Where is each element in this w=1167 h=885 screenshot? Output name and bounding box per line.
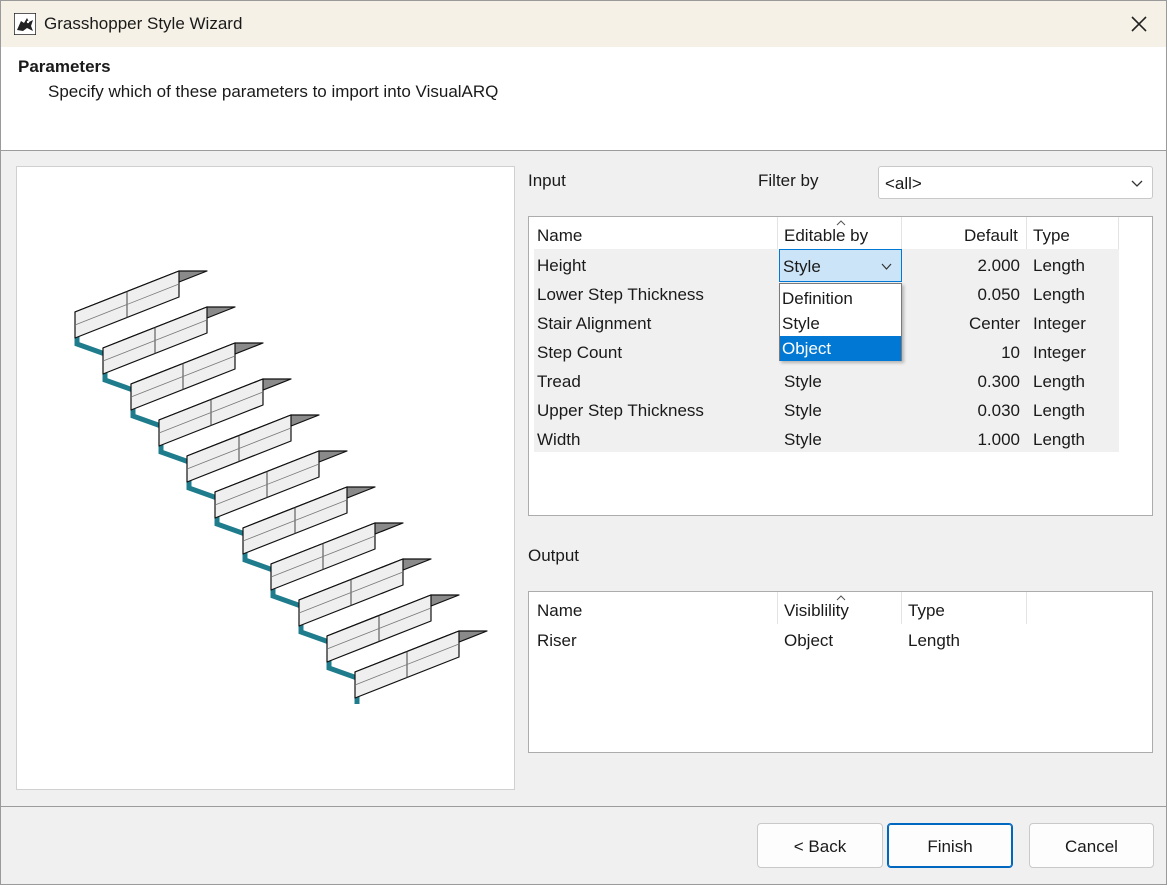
column-header-visibility[interactable]: Visiblility — [784, 601, 849, 621]
output-grid[interactable]: Name Visiblility Type Riser Object Lengt… — [528, 591, 1153, 753]
editable-by-dropdown-list: Definition Style Object — [779, 283, 902, 361]
finish-button[interactable]: Finish — [887, 823, 1013, 868]
window-title: Grasshopper Style Wizard — [44, 14, 243, 33]
row-default: 0.050 — [977, 285, 1020, 304]
editable-by-dropdown[interactable]: Style — [779, 249, 902, 282]
row-editable-by[interactable]: Style — [784, 372, 822, 392]
row-type: Integer — [1033, 314, 1086, 333]
chevron-down-icon — [881, 263, 892, 270]
wizard-window: Grasshopper Style Wizard Parameters Spec… — [0, 0, 1167, 885]
rhino-icon — [14, 13, 36, 35]
column-header-default[interactable]: Default — [964, 226, 1018, 246]
row-default: 1.000 — [977, 430, 1020, 449]
row-type: Length — [1033, 256, 1085, 275]
column-separator — [777, 592, 778, 624]
row-type: Length — [1033, 372, 1085, 391]
column-separator — [1118, 217, 1119, 249]
back-button[interactable]: < Back — [757, 823, 883, 868]
row-name: Width — [537, 430, 581, 449]
column-header-editable-by[interactable]: Editable by — [784, 226, 868, 246]
cancel-button[interactable]: Cancel — [1029, 823, 1154, 868]
row-name: Riser — [537, 631, 577, 650]
page-title: Parameters — [18, 57, 111, 76]
row-visibility[interactable]: Object — [784, 631, 833, 651]
page-header: Parameters Specify which of these parame… — [1, 47, 1166, 151]
row-default: 10 — [1001, 343, 1020, 362]
row-editable-by[interactable]: Style — [784, 430, 822, 450]
row-name: Stair Alignment — [537, 314, 652, 333]
dropdown-option-style[interactable]: Style — [780, 311, 901, 336]
stair-preview — [16, 166, 515, 790]
row-default: Center — [968, 314, 1020, 333]
column-header-name[interactable]: Name — [537, 601, 582, 621]
row-editable-by[interactable]: Style — [784, 401, 822, 421]
row-name: Upper Step Thickness — [537, 401, 704, 420]
editable-by-dropdown-value: Style — [783, 257, 821, 276]
row-type: Length — [1033, 285, 1085, 304]
page-subtitle: Specify which of these parameters to imp… — [48, 82, 499, 101]
column-header-type[interactable]: Type — [908, 601, 945, 621]
row-default: 0.030 — [977, 401, 1020, 420]
column-separator — [1026, 217, 1027, 249]
column-separator — [777, 217, 778, 249]
row-default: 0.300 — [977, 372, 1020, 391]
input-label: Input — [528, 171, 566, 190]
column-header-type[interactable]: Type — [1033, 226, 1070, 246]
row-type: Integer — [1033, 343, 1086, 362]
filter-by-combo[interactable]: <all> — [878, 166, 1153, 199]
column-separator — [1026, 592, 1027, 624]
filter-by-label: Filter by — [758, 171, 819, 190]
filter-by-value: <all> — [885, 174, 922, 193]
column-header-name[interactable]: Name — [537, 226, 582, 246]
row-name: Height — [537, 256, 587, 275]
row-type: Length — [1033, 430, 1085, 449]
row-type: Length — [1033, 401, 1085, 420]
close-icon[interactable] — [1126, 11, 1152, 37]
footer-divider — [1, 806, 1166, 807]
row-name: Tread — [537, 372, 581, 391]
dropdown-option-definition[interactable]: Definition — [780, 286, 901, 311]
column-separator — [901, 592, 902, 624]
stair-preview-image — [74, 270, 488, 704]
row-type: Length — [908, 631, 960, 650]
row-name: Lower Step Thickness — [537, 285, 704, 304]
chevron-down-icon — [1131, 180, 1143, 187]
input-grid[interactable]: Name Editable by Default Type Height 2.0… — [528, 216, 1153, 516]
column-separator — [901, 217, 902, 249]
sort-caret-icon — [836, 595, 846, 601]
sort-caret-icon — [836, 220, 846, 226]
row-default: 2.000 — [977, 256, 1020, 275]
output-label: Output — [528, 546, 580, 565]
row-name: Step Count — [537, 343, 623, 362]
dropdown-option-object[interactable]: Object — [780, 336, 901, 361]
title-bar: Grasshopper Style Wizard — [1, 1, 1166, 47]
